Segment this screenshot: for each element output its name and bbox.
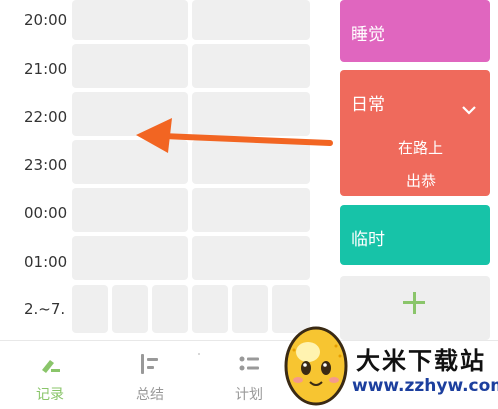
category-label: 睡觉 bbox=[351, 25, 385, 45]
plan-list-icon bbox=[239, 356, 259, 371]
subitem-on-the-road[interactable]: 在路上 bbox=[398, 137, 443, 158]
plus-icon bbox=[412, 291, 416, 314]
category-panel: 睡觉 日常 在路上 出恭 临时 bbox=[340, 0, 490, 340]
nav-summary[interactable]: 总结 bbox=[110, 341, 190, 409]
nav-label: 记录 bbox=[36, 387, 64, 403]
nav-record[interactable]: 记录 bbox=[10, 341, 90, 409]
subitem-restroom[interactable]: 出恭 bbox=[406, 170, 436, 191]
chevron-down-icon[interactable] bbox=[462, 106, 476, 115]
divider-dot bbox=[198, 353, 200, 355]
category-daily[interactable]: 日常 在路上 出恭 bbox=[340, 70, 490, 196]
category-label: 临时 bbox=[351, 230, 385, 250]
summary-icon bbox=[141, 354, 158, 374]
pencil-icon bbox=[42, 360, 60, 373]
category-temporary[interactable]: 临时 bbox=[340, 205, 490, 265]
category-label: 日常 bbox=[351, 95, 385, 115]
nav-label: 总结 bbox=[136, 387, 164, 403]
watermark-title: 大米下载站 bbox=[356, 347, 486, 375]
watermark-url: www.zzhyw.com bbox=[352, 376, 498, 396]
category-sleep[interactable]: 睡觉 bbox=[340, 0, 490, 62]
